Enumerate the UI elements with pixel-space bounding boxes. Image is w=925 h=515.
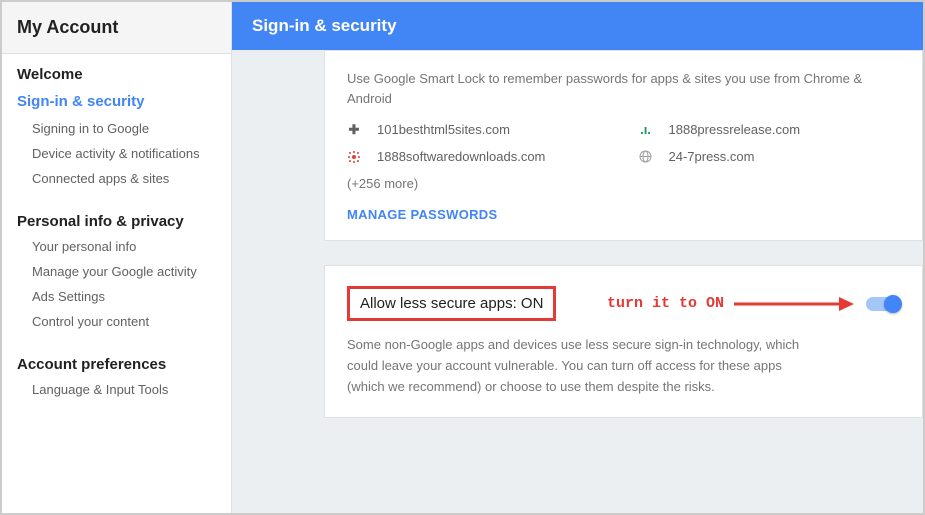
sidebar-item-signing-in[interactable]: Signing in to Google (2, 116, 231, 141)
site-name: 1888softwaredownloads.com (377, 149, 545, 164)
sidebar-item-control-content[interactable]: Control your content (2, 309, 231, 334)
lsa-description: Some non-Google apps and devices use les… (347, 335, 817, 397)
lsa-toggle[interactable] (866, 297, 900, 311)
sidebar-item-manage-activity[interactable]: Manage your Google activity (2, 259, 231, 284)
sidebar-personal-info[interactable]: Personal info & privacy (2, 201, 231, 234)
site-item[interactable]: .ı. 1888pressrelease.com (639, 122, 901, 137)
dot-icon: .ı. (639, 123, 653, 137)
site-name: 101besthtml5sites.com (377, 122, 510, 137)
sidebar-title: My Account (2, 2, 231, 54)
sidebar-item-connected-apps[interactable]: Connected apps & sites (2, 166, 231, 191)
toggle-knob (884, 295, 902, 313)
sidebar-item-ads-settings[interactable]: Ads Settings (2, 284, 231, 309)
sidebar-item-your-personal-info[interactable]: Your personal info (2, 234, 231, 259)
site-item[interactable]: 24-7press.com (639, 149, 901, 164)
sidebar-welcome[interactable]: Welcome (2, 54, 231, 87)
smart-lock-desc: Use Google Smart Lock to remember passwo… (347, 69, 900, 108)
site-item[interactable]: ✚ 101besthtml5sites.com (347, 122, 609, 137)
manage-passwords-link[interactable]: MANAGE PASSWORDS (347, 207, 900, 222)
app-frame: My Account Welcome Sign-in & security Si… (0, 0, 925, 515)
site-list: ✚ 101besthtml5sites.com .ı. 1888pressrel… (347, 122, 900, 164)
main: Sign-in & security Use Google Smart Lock… (232, 2, 923, 513)
sidebar-signin-security[interactable]: Sign-in & security (2, 87, 231, 116)
lsa-row: Allow less secure apps: ON turn it to ON (347, 286, 900, 321)
page-header: Sign-in & security (232, 2, 923, 50)
sidebar: My Account Welcome Sign-in & security Si… (2, 2, 232, 513)
sidebar-account-preferences[interactable]: Account preferences (2, 344, 231, 377)
globe-icon (639, 150, 653, 164)
sidebar-item-device-activity[interactable]: Device activity & notifications (2, 141, 231, 166)
annotation: turn it to ON (607, 295, 900, 312)
more-count[interactable]: (+256 more) (347, 176, 900, 191)
content-area: Use Google Smart Lock to remember passwo… (232, 50, 923, 513)
virus-icon (347, 150, 361, 164)
sidebar-item-language-input[interactable]: Language & Input Tools (2, 377, 231, 402)
plus-icon: ✚ (347, 123, 361, 137)
lsa-highlight-box: Allow less secure apps: ON (347, 286, 556, 321)
annotation-text: turn it to ON (607, 295, 724, 312)
arrow-icon (734, 303, 854, 305)
site-item[interactable]: 1888softwaredownloads.com (347, 149, 609, 164)
site-name: 1888pressrelease.com (669, 122, 801, 137)
site-name: 24-7press.com (669, 149, 755, 164)
smart-lock-card: Use Google Smart Lock to remember passwo… (324, 50, 923, 241)
lsa-label: Allow less secure apps: ON (360, 295, 543, 312)
less-secure-apps-card: Allow less secure apps: ON turn it to ON (324, 265, 923, 418)
